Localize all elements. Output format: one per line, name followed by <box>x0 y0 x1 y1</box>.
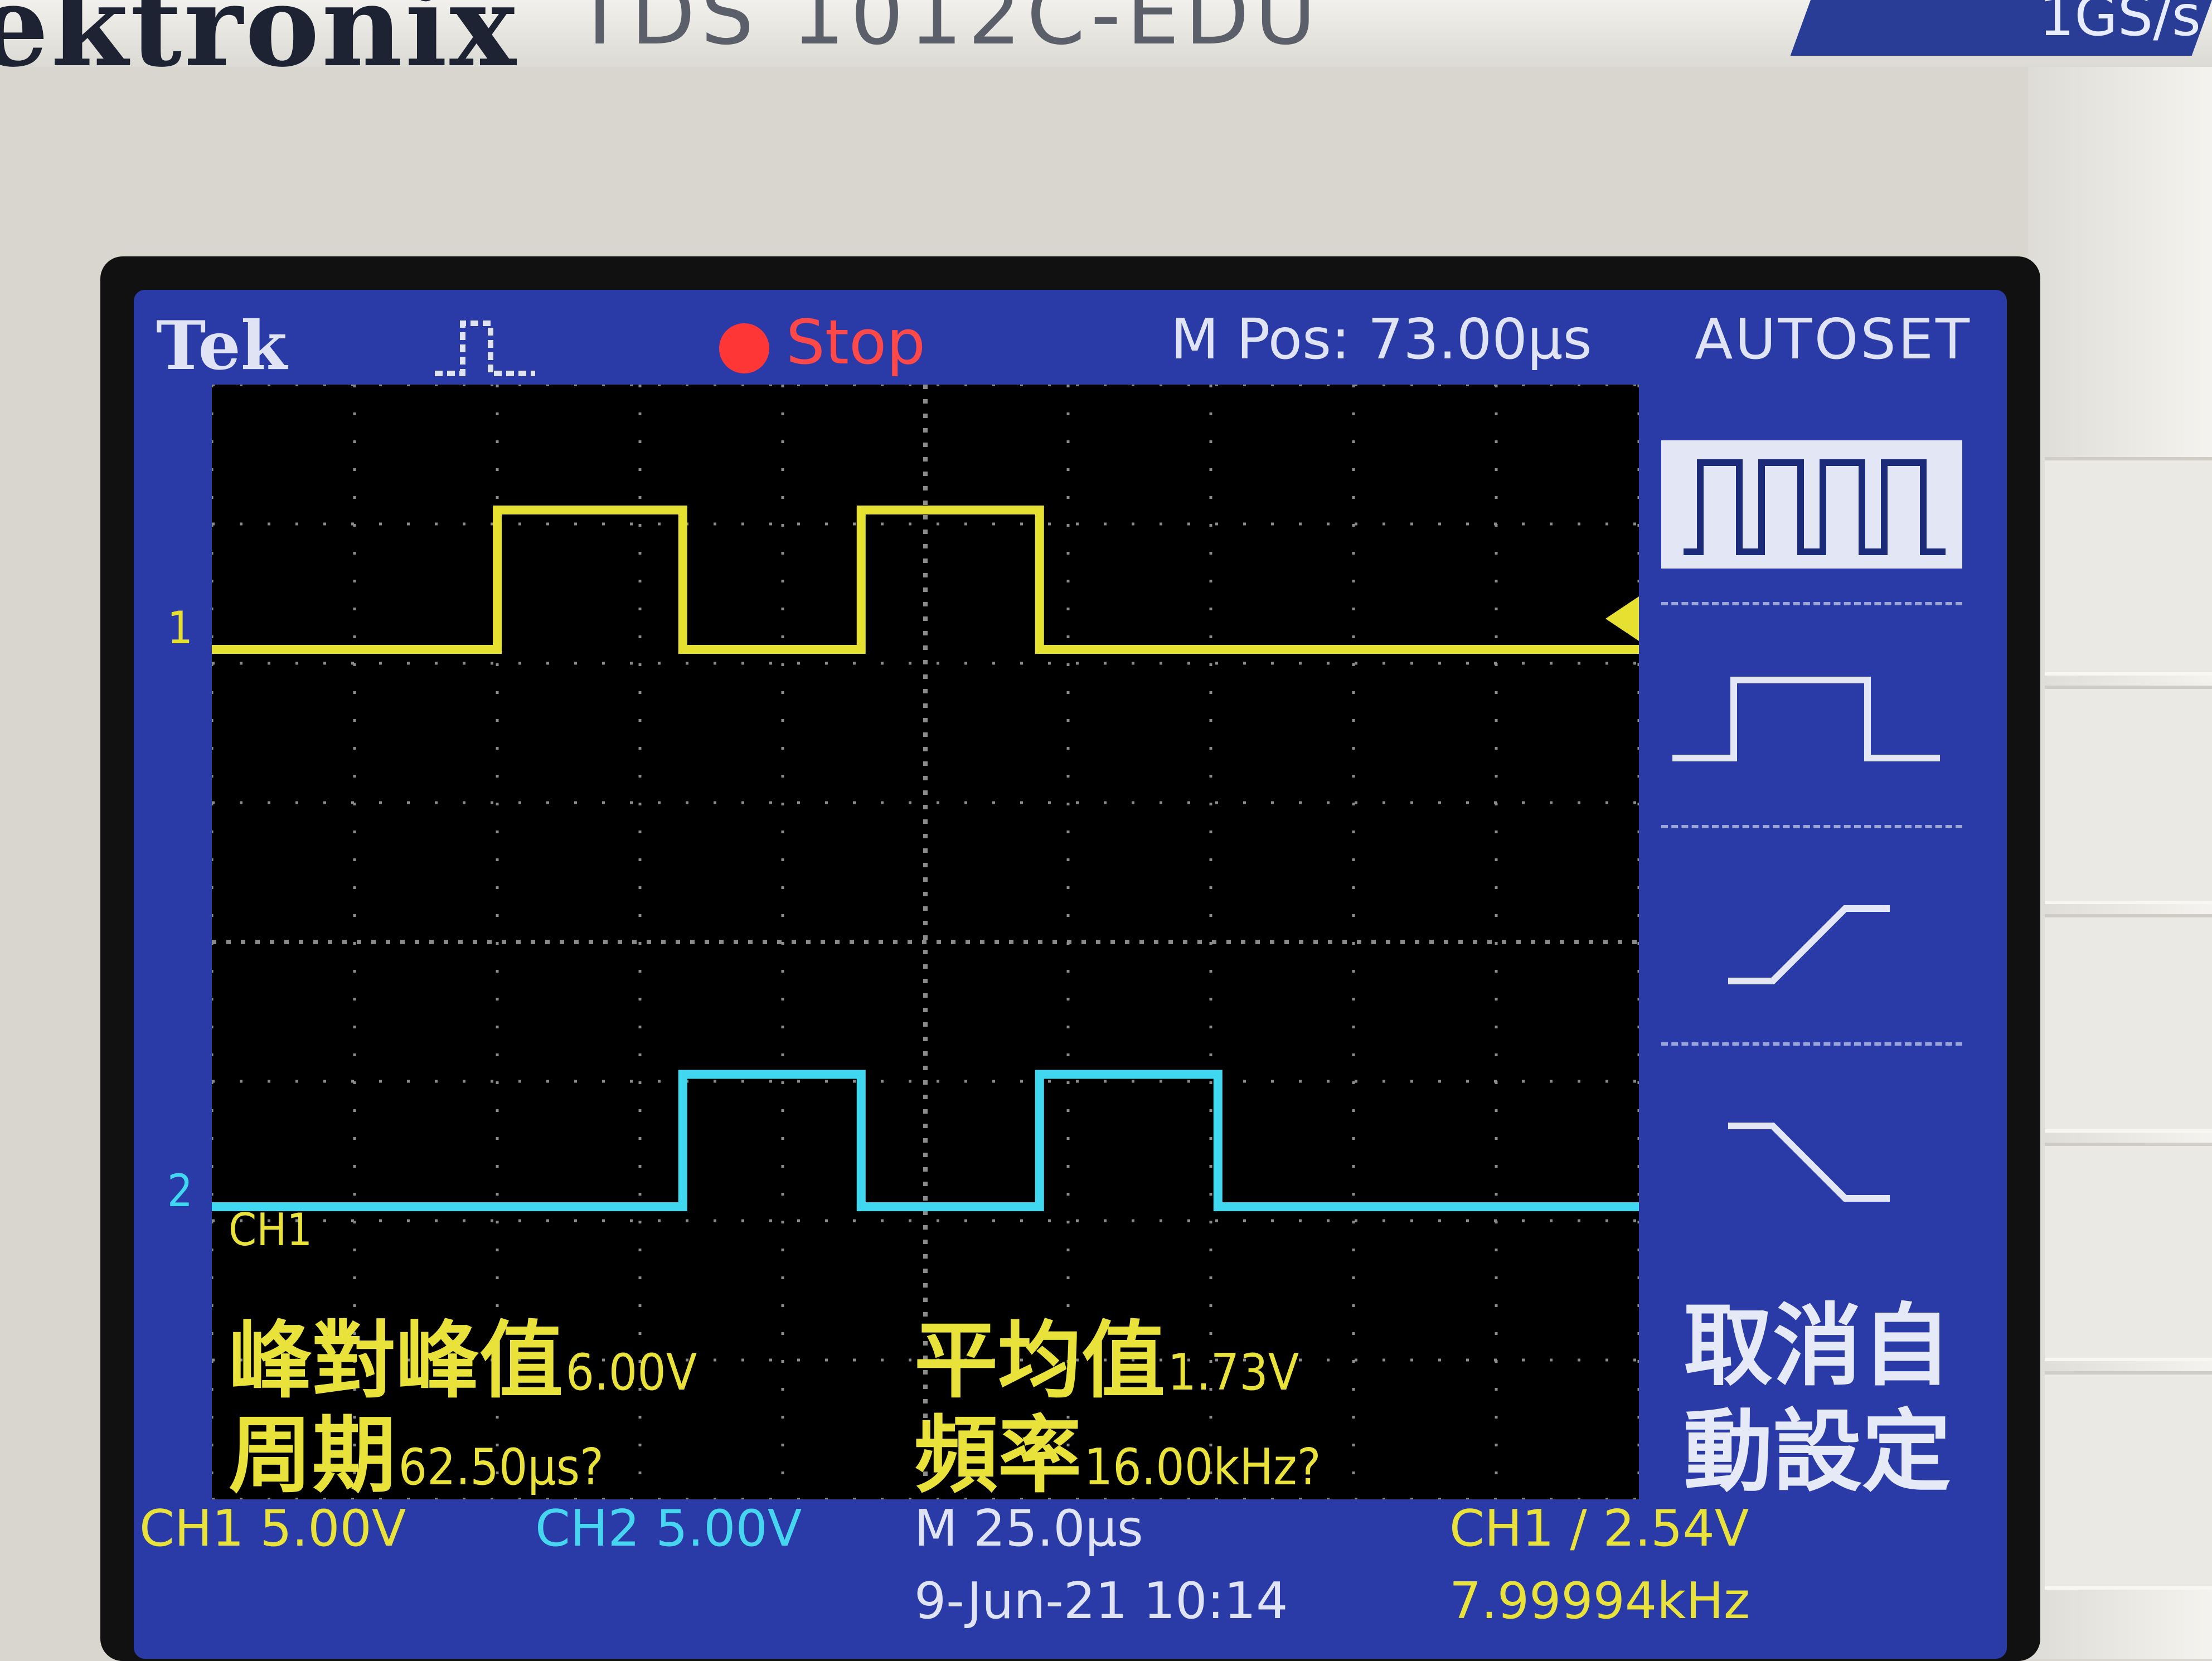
side-menu-button-2[interactable] <box>2045 686 2212 904</box>
measurement-channel: CH1 <box>229 1204 313 1256</box>
single-pulse-icon[interactable] <box>1661 663 1962 775</box>
date-time: 9-Jun-21 10:14 <box>914 1572 1288 1630</box>
trigger-frequency: 7.99994kHz <box>1449 1572 1750 1630</box>
measurement-frequency: 頻率 16.00kHz? <box>914 1388 1321 1509</box>
cancel-autoset-button[interactable]: 取消自 動設定 <box>1650 1293 1985 1505</box>
acquisition-state: Stop <box>786 307 926 378</box>
timebase: M 25.0µs <box>914 1499 1143 1558</box>
measurement-period: 周期 62.50µs? <box>229 1388 604 1509</box>
brand-logo: ektronix <box>0 0 518 92</box>
side-menu-button-3[interactable] <box>2045 914 2212 1133</box>
horizontal-position: M Pos: 73.00µs <box>1171 307 1592 372</box>
menu-divider <box>1661 602 1962 611</box>
rising-edge-icon[interactable] <box>1661 886 1962 998</box>
multi-cycle-square-icon <box>1684 459 1946 555</box>
tek-logo: Tek <box>156 307 288 385</box>
oscilloscope-top-bezel: ektronix TDS 1012C-EDU 1GS/s <box>0 0 2212 92</box>
side-menu-button-5[interactable] <box>2045 1371 2212 1590</box>
model-label: TDS 1012C-EDU <box>574 0 1322 64</box>
measurement-label: 周期 <box>229 1407 396 1504</box>
ch1-ground-marker: 1 <box>167 602 193 654</box>
trigger-level-arrow-icon <box>1605 596 1639 641</box>
status-bar: Tek Stop M Pos: 73.00µs AUTOSET <box>134 290 2007 385</box>
falling-edge-icon[interactable] <box>1661 1104 1962 1215</box>
stop-indicator-icon <box>719 323 769 373</box>
side-menu-button-4[interactable] <box>2045 1143 2212 1361</box>
ch2-ground-marker: 2 <box>167 1165 193 1217</box>
measurement-value: 16.00kHz? <box>1084 1438 1321 1497</box>
sample-rate-label: 1GS/s <box>2039 0 2201 48</box>
menu-title: AUTOSET <box>1695 307 1972 372</box>
autoset-option-multi-cycle[interactable] <box>1661 440 1962 569</box>
measurement-label: 頻率 <box>914 1407 1082 1504</box>
ch1-scale: CH1 5.00V <box>139 1499 406 1558</box>
menu-divider <box>1661 825 1962 834</box>
measurement-value: 62.50µs? <box>398 1438 604 1497</box>
menu-divider <box>1661 1042 1962 1051</box>
trigger-readout: CH1 ∕ 2.54V <box>1449 1499 1749 1558</box>
ch2-scale: CH2 5.00V <box>535 1499 802 1558</box>
cancel-autoset-line1: 取消自 <box>1683 1294 1951 1398</box>
trigger-type-icon <box>435 320 535 376</box>
side-menu-button-1[interactable] <box>2045 457 2212 676</box>
oscilloscope-screen: Tek Stop M Pos: 73.00µs AUTOSET 1 2 CH1 … <box>134 290 2007 1659</box>
cancel-autoset-line2: 動設定 <box>1683 1400 1951 1504</box>
right-bezel <box>2028 67 2212 1659</box>
